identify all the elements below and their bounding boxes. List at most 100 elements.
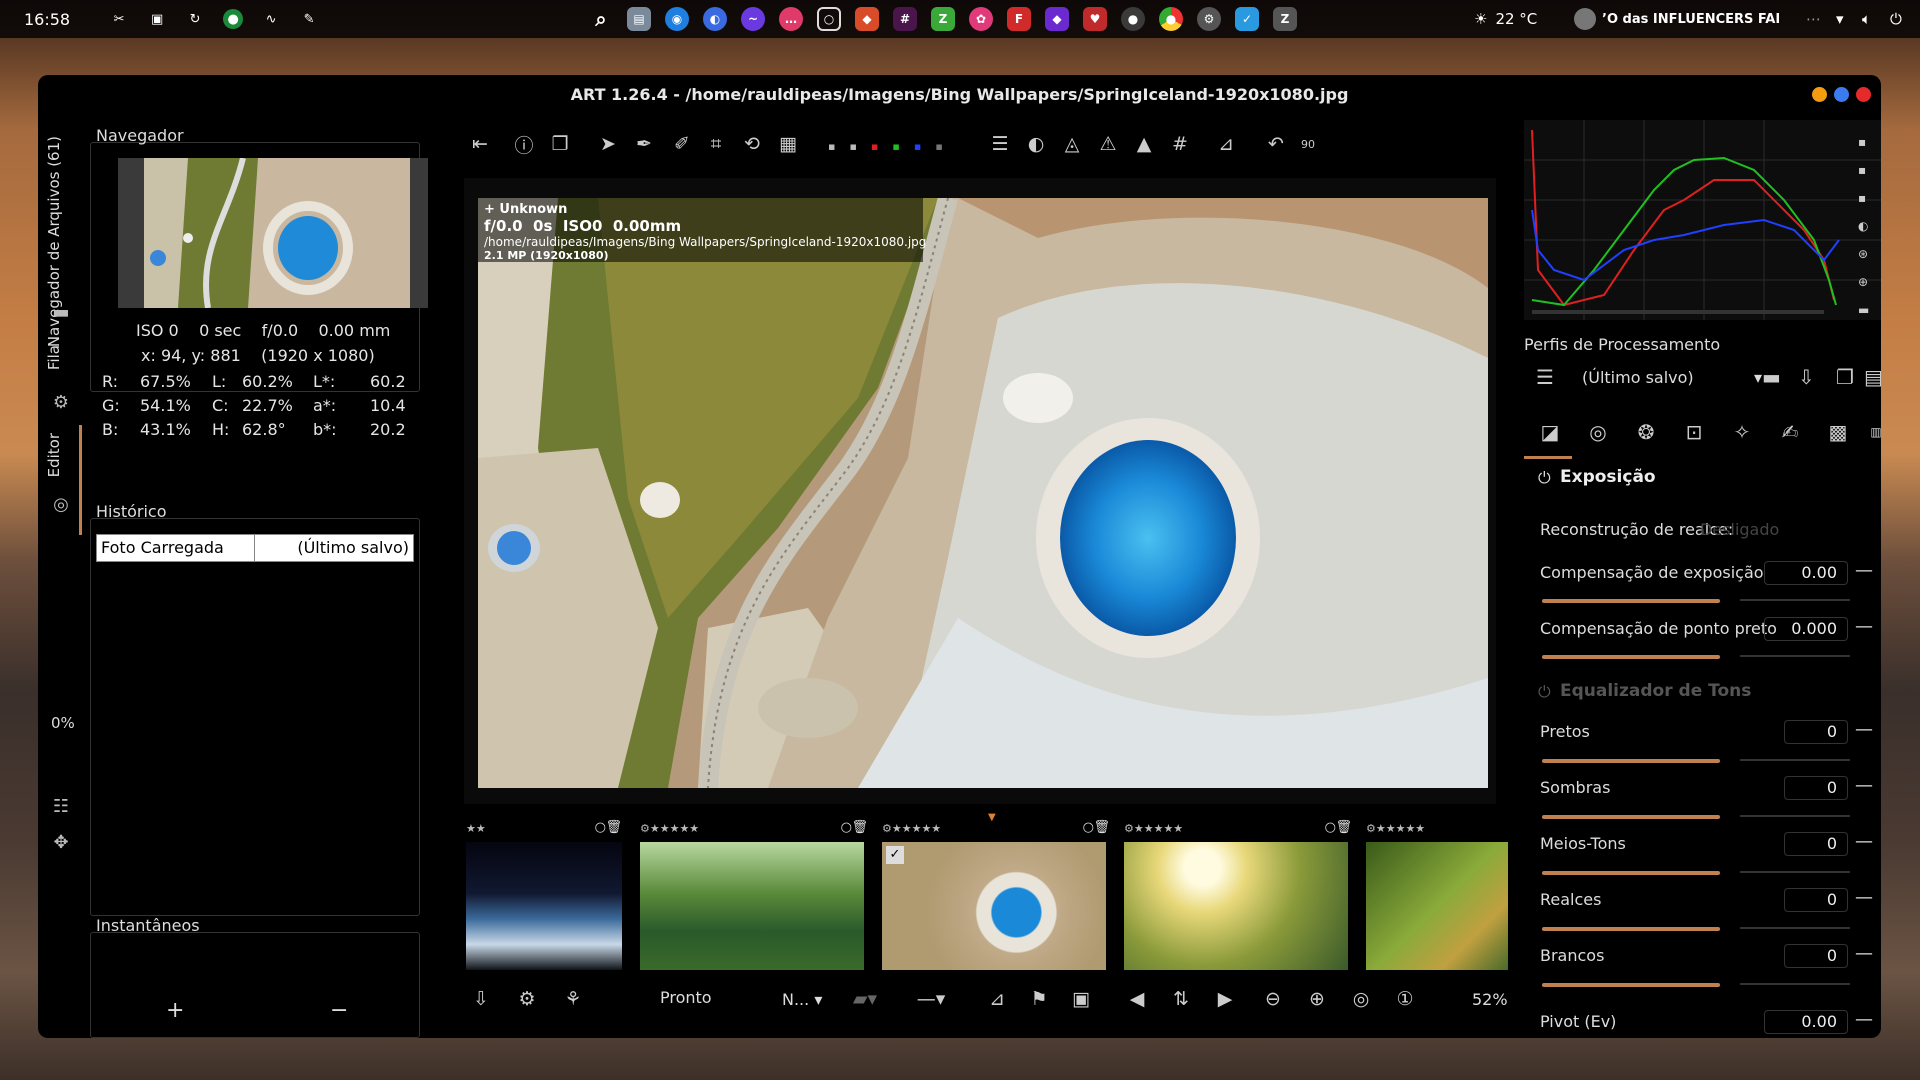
line-style-select[interactable]: —▾ xyxy=(906,984,956,1014)
color-picker-icon[interactable]: ✒ xyxy=(630,130,658,158)
maximize-button[interactable] xyxy=(1834,87,1849,102)
weather-temp[interactable]: 22 °C xyxy=(1495,10,1537,28)
profile-save-icon[interactable]: ⇩ xyxy=(1798,365,1815,389)
main-image[interactable]: + Unknown f/0.0 0s ISO0 0.00mm /home/rau… xyxy=(478,198,1488,788)
search-icon[interactable]: ⌕ xyxy=(589,7,613,31)
tone-midtones-value[interactable]: 0 xyxy=(1784,832,1848,856)
before-after-icon[interactable]: ❐ xyxy=(546,130,574,158)
tag-icon[interactable]: ✎ xyxy=(299,9,319,29)
history-profile[interactable]: (Último salvo) xyxy=(255,535,413,561)
tab-detail-icon[interactable]: ◎ xyxy=(1584,418,1612,446)
crop-icon[interactable]: ⌗ xyxy=(702,130,730,158)
tone-midtones-reset[interactable]: — xyxy=(1855,831,1873,852)
black-point-slider[interactable] xyxy=(1542,655,1850,659)
tab-metadata-icon[interactable]: ▥ xyxy=(1862,418,1881,446)
tools-icon[interactable]: ✂ xyxy=(109,9,129,29)
histogram[interactable]: ▪ ▪ ▪ ◐ ⊛ ⊕ ▬ xyxy=(1524,120,1881,320)
media-menu-icon[interactable]: ⋯ xyxy=(1806,10,1821,28)
sync-images-icon[interactable]: ⇅ xyxy=(1166,984,1196,1014)
purple-app-icon[interactable]: ◆ xyxy=(1045,7,1069,31)
pin-icon[interactable]: ⚑ xyxy=(1024,984,1054,1014)
film-thumb-2[interactable]: ⚙★★★★★ ○ 🗑︎ xyxy=(638,820,870,980)
clock[interactable]: 16:58 xyxy=(24,10,70,29)
pinwheel-icon[interactable]: ✿ xyxy=(969,7,993,31)
rating-stars[interactable]: ⚙★★★★★ xyxy=(640,822,699,835)
highlight-recon-value[interactable]: Desligado xyxy=(1700,520,1779,539)
tone-shadows-slider[interactable] xyxy=(1542,815,1850,819)
crop-select-icon[interactable]: ⊿ xyxy=(982,984,1012,1014)
preview-channel-dots[interactable]: ▪▪▪▪▪▪ xyxy=(828,140,957,153)
save-image-icon[interactable]: ⇩ xyxy=(466,984,496,1014)
tone-midtones-slider[interactable] xyxy=(1542,871,1850,875)
settings-dock-icon[interactable]: ⚙ xyxy=(1197,7,1221,31)
wifi-icon[interactable]: ▾ xyxy=(1836,10,1844,28)
tone-eq-title[interactable]: Equalizador de Tons xyxy=(1560,681,1751,701)
exposure-title[interactable]: Exposição xyxy=(1560,467,1656,487)
outline-icon[interactable]: ○ xyxy=(817,7,841,31)
shadow-clip-icon[interactable]: ⚠ xyxy=(1094,130,1122,158)
rotate-right-icon[interactable]: 90 xyxy=(1294,130,1322,158)
profile-copy-icon[interactable]: ❐ xyxy=(1836,365,1854,389)
red-app-icon[interactable]: F xyxy=(1007,7,1031,31)
rating-stars[interactable]: ⚙★★★★★ xyxy=(1366,822,1425,835)
notes-icon[interactable]: ✓ xyxy=(1235,7,1259,31)
rating-stars[interactable]: ⚙★★★★★ xyxy=(882,822,941,835)
trash-icon[interactable]: 🗑︎ xyxy=(851,820,868,835)
film-thumb-5[interactable]: ⚙★★★★★ xyxy=(1364,820,1514,980)
tab-local-icon[interactable]: ▩ xyxy=(1824,418,1852,446)
green-circle-icon[interactable]: ● xyxy=(223,9,244,29)
exposure-comp-reset[interactable]: — xyxy=(1855,560,1873,581)
pivot-reset[interactable]: — xyxy=(1855,1009,1873,1030)
move-icon[interactable]: ✥ xyxy=(49,830,73,854)
tone-whites-reset[interactable]: — xyxy=(1855,943,1873,964)
gamut-icon[interactable]: ◬ xyxy=(1058,130,1086,158)
history-list[interactable]: Foto Carregada (Último salvo) xyxy=(96,534,414,562)
rating-stars[interactable]: ★★ xyxy=(466,822,486,835)
thumb-checkbox[interactable]: ✓ xyxy=(886,846,904,864)
zoom-fit-icon[interactable]: ◎ xyxy=(1346,984,1376,1014)
zoom-out-icon[interactable]: ⊖ xyxy=(1258,984,1288,1014)
profile-open-icon[interactable]: ▬ xyxy=(1762,365,1781,389)
hide-panel-icon[interactable]: ⇤ xyxy=(466,130,494,158)
tone-highlights-reset[interactable]: — xyxy=(1855,887,1873,908)
stack-icon[interactable]: ▣ xyxy=(147,9,167,29)
film-thumb-1[interactable]: ★★ ○ 🗑︎ xyxy=(464,820,624,980)
card-icon[interactable]: ♥ xyxy=(1083,7,1107,31)
grid-icon[interactable]: # xyxy=(1166,130,1194,158)
straighten-icon[interactable]: ⟲ xyxy=(738,130,766,158)
tone-blacks-reset[interactable]: — xyxy=(1855,719,1873,740)
exposure-power-icon[interactable]: ⏻ xyxy=(1538,468,1551,488)
volume-icon[interactable]: 🔈︎ xyxy=(1862,10,1871,28)
focus-mask-icon[interactable]: ◐ xyxy=(1022,130,1050,158)
pivot-value[interactable]: 0.00 xyxy=(1764,1010,1848,1034)
rating-stars[interactable]: ⚙★★★★★ xyxy=(1124,822,1183,835)
zoom-level[interactable]: 52% xyxy=(1472,990,1508,1009)
power-icon[interactable]: ⏻ xyxy=(1890,10,1902,28)
profile-paste-icon[interactable]: ▤ xyxy=(1864,365,1881,389)
tab-queue[interactable]: Fila xyxy=(45,345,63,370)
messenger-icon[interactable]: ~ xyxy=(741,7,765,31)
fullscreen-icon[interactable]: ▣ xyxy=(1066,984,1096,1014)
terminal-icon[interactable]: Z xyxy=(1273,7,1297,31)
tone-highlights-value[interactable]: 0 xyxy=(1784,888,1848,912)
tone-highlights-slider[interactable] xyxy=(1542,927,1850,931)
white-balance-icon[interactable]: ✐ xyxy=(668,130,696,158)
tone-shadows-value[interactable]: 0 xyxy=(1784,776,1848,800)
trash-icon[interactable]: 🗑︎ xyxy=(605,820,622,835)
trash-icon[interactable]: 🗑︎ xyxy=(1335,820,1352,835)
rotate-left-icon[interactable]: ↶ xyxy=(1262,130,1290,158)
tab-transform-icon[interactable]: ⊡ xyxy=(1680,418,1708,446)
queue-gears-icon[interactable]: ⚙ xyxy=(49,390,73,414)
exposure-comp-value[interactable]: 0.00 xyxy=(1764,561,1848,585)
browser-icon[interactable]: ◉ xyxy=(665,7,689,31)
exposure-comp-slider[interactable] xyxy=(1542,599,1850,603)
wave-icon[interactable]: ∿ xyxy=(261,9,281,29)
thumb-circle-icon[interactable]: ○ xyxy=(595,820,606,835)
shield-icon[interactable]: ◆ xyxy=(855,7,879,31)
chrome-icon[interactable]: ● xyxy=(1159,7,1183,31)
media-title[interactable]: ’O das INFLUENCERS FAI xyxy=(1602,12,1802,27)
previous-image-icon[interactable]: ◀ xyxy=(1122,984,1152,1014)
sync-icon[interactable]: ↻ xyxy=(185,9,205,29)
tone-shadows-reset[interactable]: — xyxy=(1855,775,1873,796)
next-image-icon[interactable]: ▶ xyxy=(1210,984,1240,1014)
